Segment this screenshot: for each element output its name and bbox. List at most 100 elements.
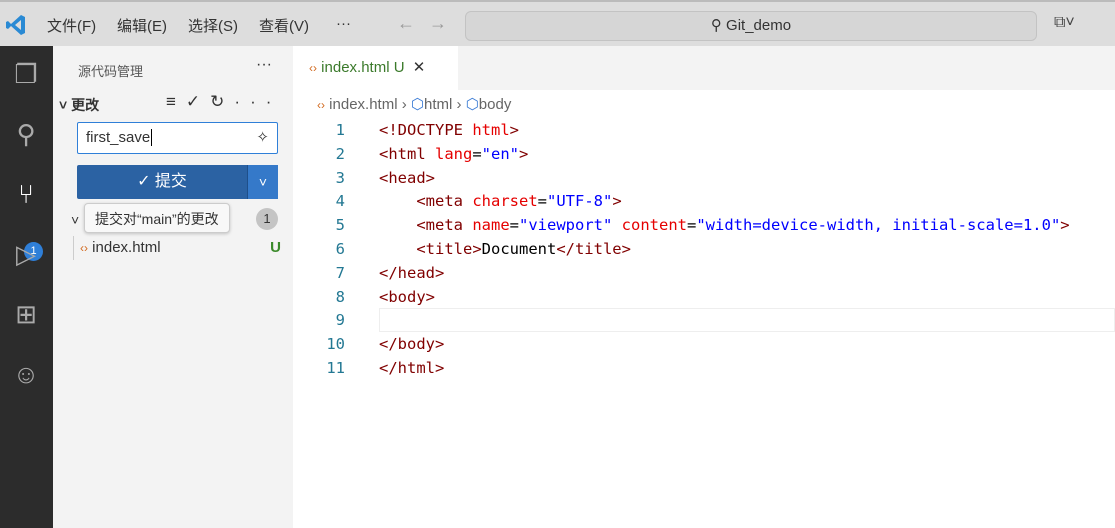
changes-count-badge: 1 bbox=[256, 208, 278, 230]
code-token: <!DOCTYPE bbox=[379, 121, 473, 139]
commit-check-icon[interactable]: ✓ bbox=[186, 92, 210, 111]
code-token: > bbox=[1060, 216, 1070, 235]
menu-more[interactable]: ··· bbox=[336, 15, 351, 32]
copilot-status-icon[interactable]: ⧉˅ bbox=[1054, 14, 1075, 32]
code-line[interactable]: <meta charset="UTF-8"> bbox=[379, 189, 622, 213]
line-number: 10 bbox=[326, 335, 345, 354]
code-line[interactable]: </body> bbox=[379, 332, 444, 356]
file-status: U bbox=[270, 239, 281, 256]
more-icon[interactable]: ··· bbox=[234, 92, 281, 111]
code-line[interactable]: <!DOCTYPE html> bbox=[379, 118, 519, 142]
menu-file[interactable]: 文件(F) bbox=[47, 15, 96, 36]
line-number: 9 bbox=[335, 311, 345, 330]
code-token: <head> bbox=[379, 168, 435, 187]
extensions-icon[interactable]: ⊞ bbox=[8, 296, 44, 332]
commit-button[interactable]: ✓ 提交 bbox=[77, 165, 247, 199]
code-token: Document bbox=[481, 240, 557, 258]
code-token: <body> bbox=[379, 287, 435, 306]
code-token: > bbox=[519, 144, 529, 163]
code-token: charset bbox=[472, 192, 538, 211]
code-token: "width=device-width, initial-scale=1.0" bbox=[696, 216, 1061, 235]
vscode-logo-icon bbox=[6, 15, 25, 35]
code-line[interactable]: </html> bbox=[379, 356, 444, 380]
forward-arrow-icon[interactable]: → bbox=[429, 13, 447, 34]
refresh-icon[interactable]: ↻ bbox=[210, 92, 234, 111]
title-bar: 文件(F) 编辑(E) 选择(S) 查看(V) ··· ← → ⚲ Git_de… bbox=[0, 0, 1115, 46]
code-token: </title> bbox=[556, 240, 631, 258]
sparkle-icon[interactable]: ✧ bbox=[256, 123, 269, 153]
close-icon[interactable]: ✕ bbox=[413, 59, 426, 76]
line-number: 1 bbox=[335, 121, 345, 139]
code-token: name bbox=[472, 216, 510, 235]
code-line[interactable]: <body> bbox=[379, 285, 435, 309]
view-list-icon[interactable]: ≡ bbox=[166, 92, 186, 111]
code-token: </html> bbox=[379, 359, 445, 377]
code-token: > bbox=[509, 121, 519, 139]
more-actions-icon[interactable]: ··· bbox=[256, 56, 272, 74]
menu-edit[interactable]: 编辑(E) bbox=[117, 15, 167, 36]
code-line[interactable]: <title>Document</title> bbox=[379, 237, 631, 261]
code-token: html bbox=[472, 121, 510, 139]
copilot-icon[interactable]: ☺ bbox=[8, 356, 44, 392]
editor-area: ‹› index.html U ✕ ‹› index.html › ⬡html … bbox=[293, 46, 1115, 528]
code-line[interactable]: <head> bbox=[379, 166, 435, 190]
html-file-icon: ‹› bbox=[80, 241, 88, 255]
commit-message-input[interactable]: first_save ✧ bbox=[77, 122, 278, 154]
element-icon: ⬡ bbox=[410, 96, 424, 113]
back-arrow-icon[interactable]: ← bbox=[397, 13, 415, 34]
code-token: = bbox=[537, 192, 547, 211]
code-line[interactable]: <meta name="viewport" content="width=dev… bbox=[379, 213, 1070, 237]
search-icon[interactable]: ⚲ bbox=[8, 116, 44, 152]
activity-bar: ❐ ⚲ ⑂ 1 ▷ ⊞ ☺ bbox=[0, 46, 53, 528]
menu-view[interactable]: 查看(V) bbox=[259, 15, 309, 36]
html-file-icon: ‹› bbox=[309, 61, 317, 75]
line-number: 7 bbox=[335, 263, 345, 282]
code-line[interactable]: <html lang="en"> bbox=[379, 142, 528, 166]
code-token: = bbox=[472, 144, 482, 163]
changes-section-header[interactable]: ˅ 更改 bbox=[59, 95, 99, 115]
code-token: </body> bbox=[379, 335, 445, 354]
section-actions[interactable]: ≡✓↻··· bbox=[166, 92, 281, 112]
source-control-panel: 源代码管理 ··· ˅ 更改 ≡✓↻··· first_save ✧ ✓ 提交 ˅… bbox=[53, 46, 293, 528]
commit-tooltip: 提交对“main”的更改 bbox=[84, 203, 230, 233]
code-token: </head> bbox=[379, 263, 445, 282]
tab-bar: ‹› index.html U ✕ bbox=[293, 46, 1115, 90]
code-token: <html bbox=[379, 144, 435, 163]
code-line[interactable] bbox=[379, 308, 1115, 333]
commit-dropdown-button[interactable]: ˅ bbox=[247, 165, 278, 199]
code-token: = bbox=[687, 216, 697, 235]
line-number: 8 bbox=[335, 287, 345, 306]
line-number: 4 bbox=[335, 192, 345, 211]
code-token: > bbox=[612, 192, 622, 211]
element-icon: ⬡ bbox=[465, 96, 479, 113]
explorer-icon[interactable]: ❐ bbox=[8, 56, 44, 92]
chevron-down-icon[interactable]: ˅ bbox=[71, 212, 79, 228]
line-number: 5 bbox=[335, 216, 345, 235]
panel-title: 源代码管理 bbox=[78, 64, 144, 79]
source-control-icon[interactable]: ⑂ bbox=[8, 176, 44, 212]
code-token: <title> bbox=[416, 240, 482, 258]
tab-index-html[interactable]: ‹› index.html U ✕ bbox=[293, 46, 458, 90]
run-debug-icon[interactable]: ▷ bbox=[8, 236, 44, 272]
line-number: 11 bbox=[326, 359, 345, 377]
line-number: 2 bbox=[335, 144, 345, 163]
code-line[interactable]: </head> bbox=[379, 261, 444, 285]
breadcrumb: ‹› index.html › ⬡html › ⬡body bbox=[317, 96, 512, 113]
search-icon: ⚲ bbox=[710, 17, 727, 34]
menu-selection[interactable]: 选择(S) bbox=[188, 15, 238, 36]
command-center-search[interactable]: ⚲ Git_demo bbox=[465, 11, 1037, 41]
html-file-icon: ‹› bbox=[317, 98, 325, 112]
changed-file-item[interactable]: ‹› index.html U bbox=[73, 236, 283, 260]
code-token: <meta bbox=[416, 216, 473, 235]
line-number: 6 bbox=[335, 240, 345, 258]
line-number: 3 bbox=[335, 168, 345, 187]
code-token: = bbox=[509, 216, 519, 235]
code-token: "en" bbox=[481, 144, 519, 163]
code-token: content bbox=[621, 216, 687, 235]
code-token: "viewport" bbox=[519, 216, 613, 235]
code-token: <meta bbox=[416, 192, 473, 211]
